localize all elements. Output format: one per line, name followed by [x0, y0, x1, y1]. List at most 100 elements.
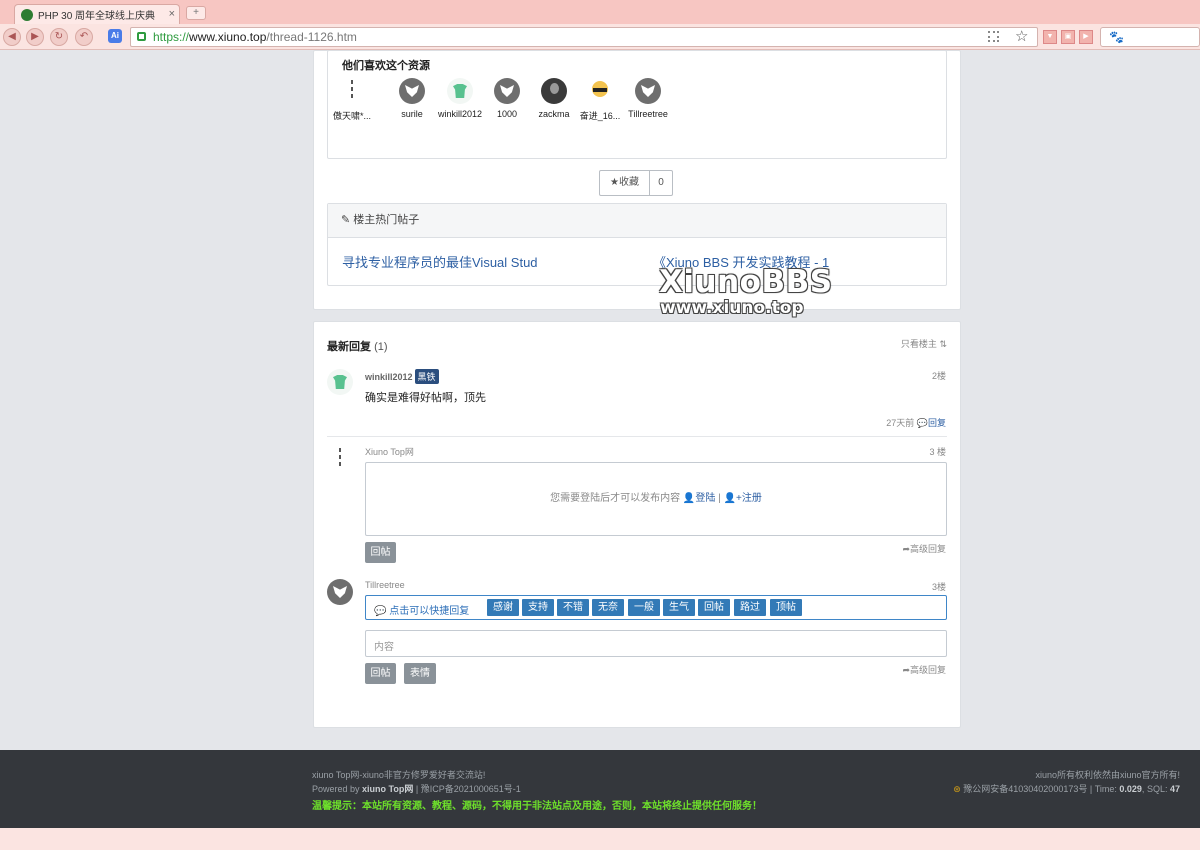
close-tab-icon[interactable]: ×	[169, 8, 175, 20]
floor-number: 3楼	[931, 582, 946, 592]
liker-item[interactable]: 1000	[484, 78, 530, 119]
quick-reply-bar: 💬 点击可以快捷回复 感谢 支持 不错 无奈 一般 生气 回帖 路过 顶帖	[365, 595, 947, 620]
quick-reply-button[interactable]: 感谢	[487, 599, 519, 616]
post-reply-button[interactable]: 回帖	[365, 542, 396, 563]
emoji-button[interactable]: 表情	[404, 663, 436, 684]
replies-card: 最新回复 (1) 只看楼主 ⇅ winkill2012 黑铁 2楼 确实是难得好帖…	[313, 321, 961, 728]
extension-icon[interactable]: ▶	[1079, 30, 1093, 44]
footer-rights: xiuno所有权利依然由xiuno官方所有!	[1035, 770, 1180, 780]
post-meta: 27天前 💬回复	[886, 418, 946, 428]
user-avatar	[635, 78, 661, 104]
footer-tagline: xiuno Top网-xiuno非官方修罗爱好者交流站!	[312, 770, 486, 780]
site-favicon-icon	[21, 8, 33, 21]
pen-icon: ✎	[341, 214, 351, 226]
user-avatar[interactable]	[327, 446, 353, 472]
user-avatar	[399, 78, 425, 104]
icp-link[interactable]: 豫ICP备2021000651号-1	[421, 784, 521, 794]
browser-statusbar	[0, 828, 1200, 850]
post-username[interactable]: Tillreetree	[365, 580, 405, 590]
browser-tab[interactable]: PHP 30 周年全球线上庆典 ×	[14, 4, 180, 24]
forward-button[interactable]: ▶	[26, 28, 44, 46]
quick-reply-button[interactable]: 路过	[734, 599, 766, 616]
site-footer: xiuno Top网-xiuno非官方修罗爱好者交流站! Powered by …	[0, 750, 1200, 828]
liker-item[interactable]: winkill2012	[437, 78, 483, 119]
watermark-logo: XiunoBBS	[659, 264, 833, 300]
floor-number: 2楼	[931, 371, 946, 381]
user-avatar	[587, 78, 613, 104]
user-avatar	[339, 78, 365, 104]
likes-panel: 他们喜欢这个资源 傲天啸*... surile winkill2012 1000…	[327, 50, 947, 159]
quick-reply-button[interactable]: 回帖	[698, 599, 730, 616]
user-icon: 👤	[682, 493, 696, 504]
footer-stats: ⊛ 豫公网安备41030402000173号 | Time: 0.029, SQ…	[953, 784, 1180, 794]
quick-reply-button[interactable]: 无奈	[592, 599, 624, 616]
replies-title: 最新回复 (1)	[327, 341, 388, 353]
hot-post-link[interactable]: 寻找专业程序员的最佳Visual Stud	[342, 252, 538, 271]
register-link[interactable]: 👤+注册	[724, 493, 762, 504]
liker-item[interactable]: Tillreetree	[625, 78, 671, 119]
browser-tabbar: PHP 30 周年全球线上庆典 × +	[0, 0, 1200, 24]
paw-icon: 🐾	[1109, 30, 1124, 44]
lock-icon	[137, 32, 146, 41]
comment-icon: 💬	[374, 606, 387, 617]
advanced-reply-link[interactable]: ➦高级回复	[902, 663, 946, 676]
quick-reply-button[interactable]: 不错	[557, 599, 589, 616]
bookmark-star-icon[interactable]: ☆	[1015, 27, 1028, 45]
hot-posts-panel: ✎ 楼主热门帖子 寻找专业程序员的最佳Visual Stud 《Xiuno BB…	[327, 203, 947, 286]
footer-powered: Powered by xiuno Top网 | 豫ICP备2021000651号…	[312, 784, 521, 794]
post-username[interactable]: winkill2012 黑铁	[365, 369, 439, 384]
user-avatar	[541, 78, 567, 104]
user-avatar[interactable]	[327, 579, 353, 605]
liker-item[interactable]: 奋进_16...	[577, 78, 623, 122]
back-button[interactable]: ◀	[3, 28, 21, 46]
user-rank-badge: 黑铁	[414, 369, 439, 384]
post-content: 确实是难得好帖啊，顶先	[365, 392, 486, 404]
share-icon: ➦	[902, 544, 910, 554]
ai-extension-icon[interactable]: Ai	[108, 29, 122, 43]
post-reply-button[interactable]: 回帖	[365, 663, 396, 684]
browser-toolbar: ◀ ▶ ↻ ↶ Ai https://www.xiuno.top/thread-…	[0, 24, 1200, 50]
undo-button[interactable]: ↶	[75, 28, 93, 46]
search-engine-box[interactable]: 🐾	[1100, 27, 1200, 47]
footer-warning: 温馨提示：本站所有资源、教程、源码，不得用于非法站点及用途，否则，本站将终止提供…	[312, 801, 762, 812]
user-plus-icon: 👤+	[723, 493, 742, 504]
extension-icon[interactable]: ▣	[1061, 30, 1075, 44]
reload-button[interactable]: ↻	[50, 28, 68, 46]
new-tab-button[interactable]: +	[186, 6, 206, 20]
star-icon: ★	[610, 177, 619, 188]
extension-icon[interactable]: ▼	[1043, 30, 1057, 44]
quick-reply-button[interactable]: 支持	[522, 599, 554, 616]
police-link[interactable]: 豫公网安备41030402000173号	[963, 784, 1087, 794]
divider	[327, 436, 947, 437]
favorite-button[interactable]: ★收藏 0	[599, 170, 673, 196]
watermark-url: www.xiuno.top	[660, 298, 804, 318]
likes-title: 他们喜欢这个资源	[342, 60, 430, 72]
post-username[interactable]: Xiuno Top网	[365, 445, 414, 458]
quick-reply-button[interactable]: 一般	[628, 599, 660, 616]
favorite-count: 0	[658, 177, 664, 188]
reply-textarea[interactable]: 内容	[365, 630, 947, 657]
quick-reply-button[interactable]: 顶帖	[770, 599, 802, 616]
quick-reply-button[interactable]: 生气	[663, 599, 695, 616]
quick-reply-label: 💬 点击可以快捷回复	[374, 606, 470, 617]
user-avatar[interactable]	[327, 369, 353, 395]
liker-item[interactable]: zackma	[531, 78, 577, 119]
footer-site-link[interactable]: xiuno Top网	[362, 784, 413, 794]
tab-title: PHP 30 周年全球线上庆典	[38, 11, 156, 22]
sort-icon: ⇅	[939, 339, 947, 349]
hot-posts-header: ✎ 楼主热门帖子	[328, 204, 946, 238]
qr-code-icon[interactable]	[988, 31, 999, 42]
login-link[interactable]: 👤登陆	[683, 493, 715, 504]
login-prompt-box: 您需要登陆后才可以发布内容 👤登陆 | 👤+注册	[365, 462, 947, 536]
address-bar[interactable]: https://www.xiuno.top/thread-1126.htm	[130, 27, 1038, 47]
reply-link[interactable]: 💬回复	[917, 418, 946, 428]
advanced-reply-link[interactable]: ➦高级回复	[902, 542, 946, 555]
user-avatar	[447, 78, 473, 104]
floor-number: 3 楼	[929, 447, 946, 457]
liker-item[interactable]: surile	[389, 78, 435, 119]
user-avatar	[494, 78, 520, 104]
only-op-toggle[interactable]: 只看楼主 ⇅	[901, 337, 947, 350]
comment-icon: 💬	[916, 418, 928, 428]
liker-item[interactable]: 傲天啸*...	[329, 78, 375, 122]
share-icon: ➦	[902, 665, 910, 675]
